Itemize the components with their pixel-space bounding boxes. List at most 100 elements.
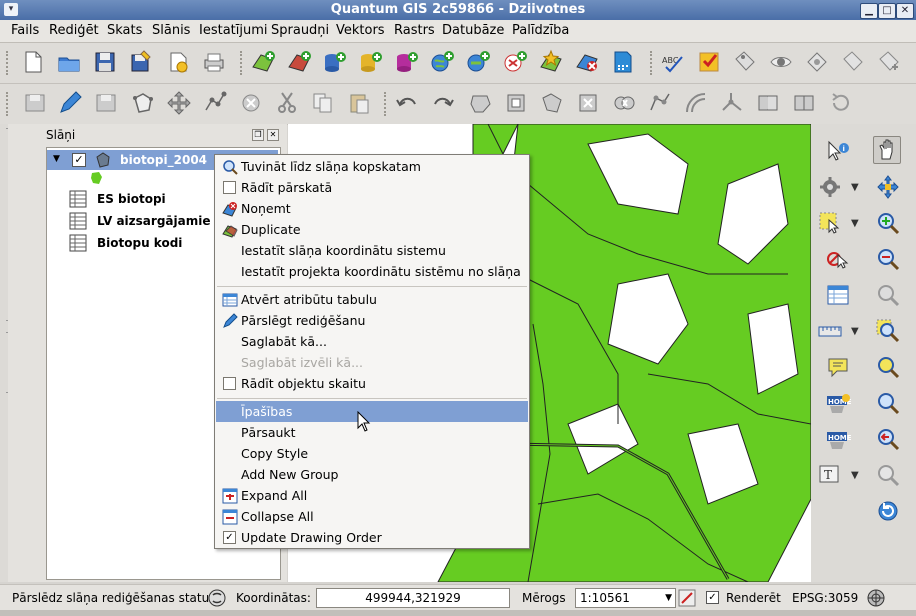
measure-line-icon[interactable] (817, 318, 843, 344)
toolbar-grip[interactable] (650, 51, 656, 75)
pan-map-icon[interactable] (873, 136, 901, 164)
tag-icon[interactable] (840, 49, 866, 75)
coordinates-field[interactable]: 499944,321929 (316, 588, 510, 608)
add-part-icon[interactable] (539, 90, 565, 116)
delete-ring-icon[interactable] (575, 90, 601, 116)
update-drawing-order-checkbox[interactable]: ✓ (223, 531, 236, 544)
undo-icon[interactable] (394, 90, 420, 116)
tag-move-icon[interactable] (876, 49, 902, 75)
eye-icon[interactable] (768, 49, 794, 75)
menu-view[interactable]: Skats (107, 23, 142, 38)
chevron-down-icon[interactable]: ▼ (851, 218, 859, 229)
save-project-icon[interactable] (92, 49, 118, 75)
label-tool-icon[interactable] (696, 49, 722, 75)
menu-item-zoom-to-layer[interactable]: Tuvināt līdz slāņa kopskatam (216, 156, 528, 177)
save-edits-icon[interactable] (93, 90, 119, 116)
show-feature-count-checkbox[interactable] (223, 377, 236, 390)
open-project-icon[interactable] (56, 49, 82, 75)
zoom-to-layer-icon[interactable] (875, 354, 901, 380)
open-attribute-table-icon[interactable] (825, 282, 851, 308)
run-feature-action-icon[interactable] (817, 174, 843, 200)
current-edits-icon[interactable] (22, 90, 48, 116)
menu-item-collapse-all[interactable]: Collapse All (216, 506, 528, 527)
float-panel-icon[interactable]: ❐ (252, 129, 264, 141)
show-bookmarks-icon[interactable]: HOME (825, 426, 852, 452)
close-icon[interactable]: ✕ (896, 3, 914, 19)
text-annotation-icon[interactable]: T (817, 462, 843, 488)
menu-settings[interactable]: Iestatījumi (199, 23, 268, 38)
new-print-composer-icon[interactable] (165, 49, 191, 75)
delete-selected-icon[interactable] (238, 90, 264, 116)
toggle-extents-icon[interactable] (207, 588, 227, 611)
menu-raster[interactable]: Rastrs (394, 23, 435, 38)
add-feature-icon[interactable] (130, 90, 156, 116)
add-raster-layer-icon[interactable] (286, 49, 312, 75)
cut-features-icon[interactable] (274, 90, 300, 116)
zoom-in-icon[interactable] (875, 210, 901, 236)
node-tool-icon[interactable] (202, 90, 228, 116)
menu-layer[interactable]: Slānis (152, 23, 190, 38)
paste-features-icon[interactable] (346, 90, 372, 116)
toggle-editing-icon[interactable] (57, 90, 83, 116)
print-composer-icon[interactable] (201, 49, 227, 75)
toolbar-grip[interactable] (240, 51, 246, 75)
pan-to-selection-icon[interactable] (875, 174, 901, 200)
menu-item-set-project-crs[interactable]: Iestatīt projekta koordinātu sistēmu no … (216, 261, 528, 282)
add-spatialite-layer-icon[interactable] (357, 49, 383, 75)
refresh-icon[interactable] (875, 498, 901, 524)
add-ring-icon[interactable] (503, 90, 529, 116)
redo-icon[interactable] (430, 90, 456, 116)
menu-item-update-drawing-order[interactable]: ✓ Update Drawing Order (216, 527, 528, 548)
simplify-feature-icon[interactable] (467, 90, 493, 116)
zoom-last-icon[interactable] (875, 426, 901, 452)
collapse-arrow-icon[interactable]: ▼ (53, 154, 60, 164)
menu-item-toggle-editing[interactable]: Pārslēgt rediģēšanu (216, 310, 528, 331)
menu-edit[interactable]: Rediģēt (49, 23, 99, 38)
zoom-to-selection-icon[interactable] (875, 318, 901, 344)
add-wms-layer-icon[interactable] (429, 49, 455, 75)
new-project-icon[interactable] (20, 49, 46, 75)
add-postgis-layer-icon[interactable] (321, 49, 347, 75)
menu-item-expand-all[interactable]: Expand All (216, 485, 528, 506)
crs-status-icon[interactable] (866, 588, 886, 611)
menu-item-copy-style[interactable]: Copy Style (216, 443, 528, 464)
deselect-features-icon[interactable] (825, 246, 851, 272)
add-wfs-layer-icon[interactable] (502, 49, 528, 75)
chevron-down-icon[interactable]: ▼ (851, 182, 859, 193)
split-features-icon[interactable] (719, 90, 745, 116)
identify-icon[interactable]: i (825, 138, 851, 164)
menu-item-duplicate[interactable]: Duplicate (216, 219, 528, 240)
crs-label[interactable]: EPSG:3059 (792, 591, 858, 605)
menu-item-open-attribute-table[interactable]: Atvērt atribūtu tabulu (216, 289, 528, 310)
new-bookmark-icon[interactable]: HOME (825, 390, 852, 416)
map-tips-icon[interactable] (825, 354, 851, 380)
move-feature-icon[interactable] (166, 90, 192, 116)
zoom-native-resolution-icon[interactable] (875, 390, 901, 416)
menu-item-show-in-overview[interactable]: Rādīt pārskatā (216, 177, 528, 198)
menu-item-properties[interactable]: Īpašības (216, 401, 528, 422)
scale-combo[interactable]: 1:10561 ▼ (575, 588, 676, 608)
menu-item-save-as[interactable]: Saglabāt kā... (216, 331, 528, 352)
menu-item-set-layer-crs[interactable]: Iestatīt slāņa koordinātu sistemu (216, 240, 528, 261)
add-delimited-text-layer-icon[interactable] (610, 49, 636, 75)
chevron-down-icon[interactable]: ▼ (851, 470, 859, 481)
rotate-point-symbols-icon[interactable] (828, 90, 854, 116)
show-in-overview-checkbox[interactable] (223, 181, 236, 194)
minimize-icon[interactable]: ▁ (860, 3, 878, 19)
offset-curve-icon[interactable] (683, 90, 709, 116)
render-checkbox[interactable]: ✓ (706, 591, 719, 604)
toolbar-grip[interactable] (6, 51, 12, 75)
new-shapefile-icon[interactable] (538, 49, 564, 75)
remove-layer-icon[interactable] (574, 49, 600, 75)
merge-attributes-icon[interactable] (791, 90, 817, 116)
tag-pin-icon[interactable] (804, 49, 830, 75)
add-vector-layer-icon[interactable] (250, 49, 276, 75)
tag-icon[interactable] (732, 49, 758, 75)
maximize-icon[interactable]: □ (878, 3, 896, 19)
menu-item-rename[interactable]: Pārsaukt (216, 422, 528, 443)
menu-plugins[interactable]: Spraudņi (271, 23, 329, 38)
save-as-icon[interactable] (128, 49, 154, 75)
menu-help[interactable]: Palīdzība (512, 23, 569, 38)
delete-part-icon[interactable] (611, 90, 637, 116)
toolbar-grip[interactable] (384, 92, 390, 116)
